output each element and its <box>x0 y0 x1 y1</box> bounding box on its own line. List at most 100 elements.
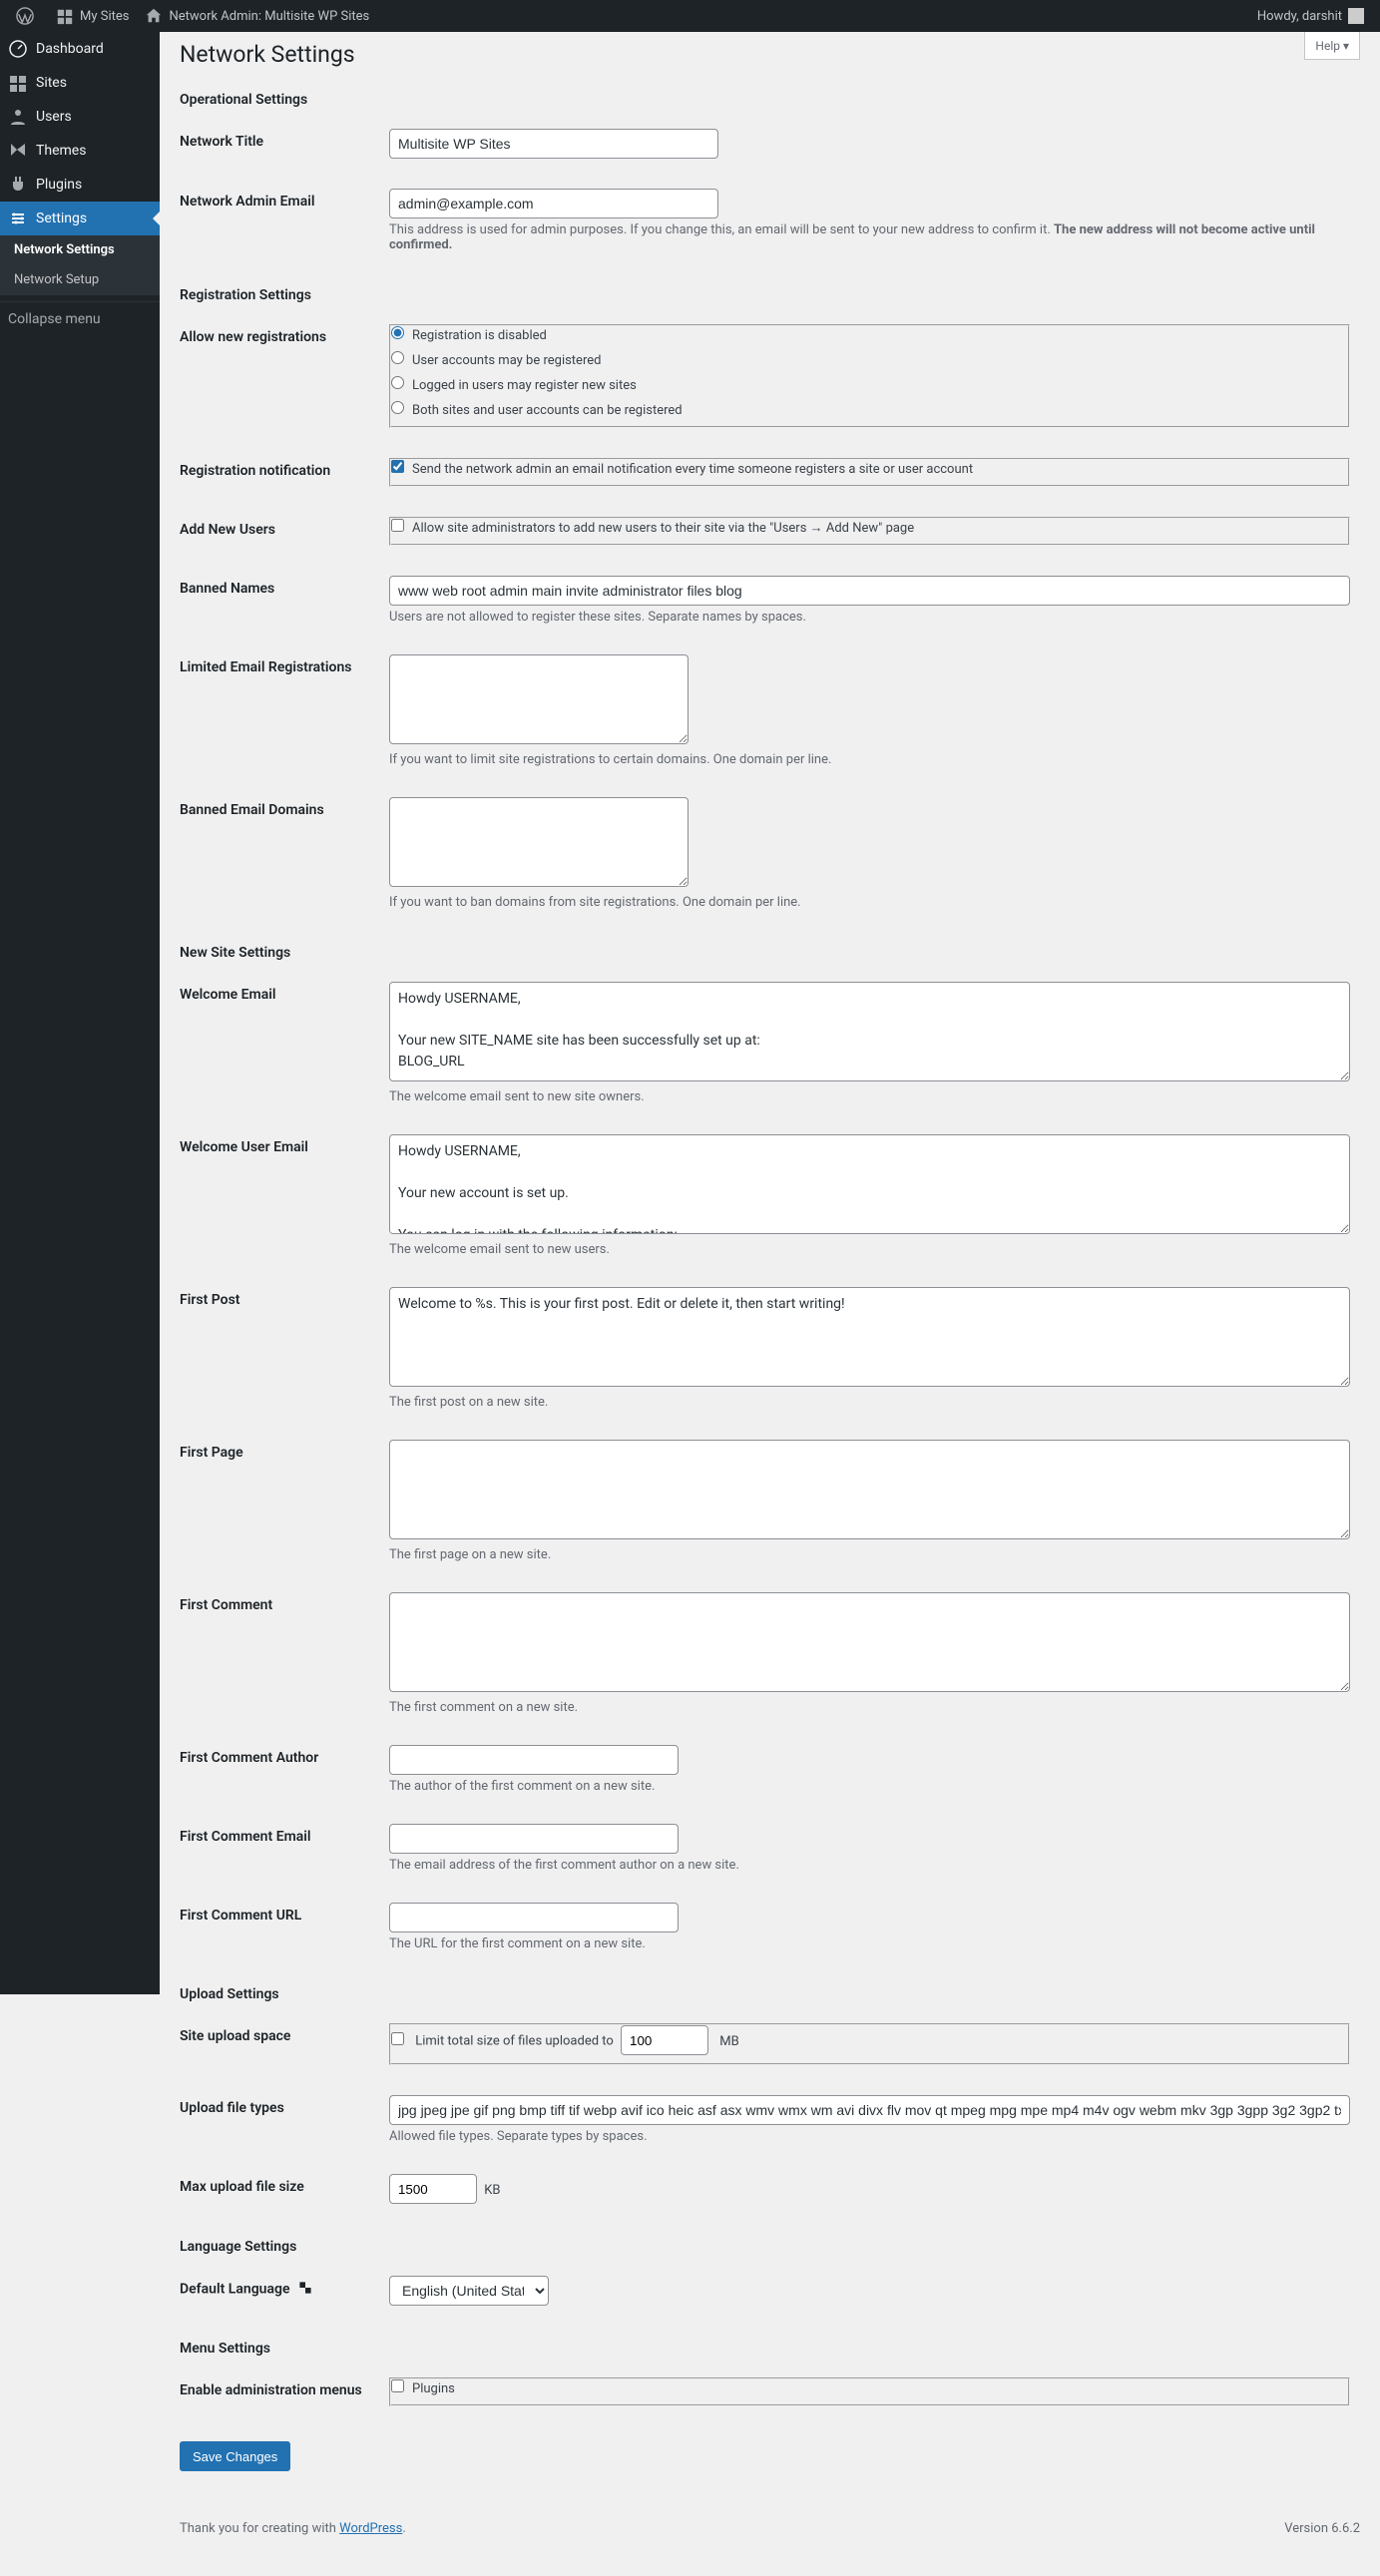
my-sites-label: My Sites <box>80 9 129 24</box>
help-tab[interactable]: Help ▾ <box>1304 32 1360 60</box>
reg-opt-2[interactable]: Logged in users may register new sites <box>391 376 1348 393</box>
banned-email-textarea[interactable] <box>389 797 689 887</box>
menu-sites[interactable]: Sites <box>0 66 160 100</box>
section-newsite-heading: New Site Settings <box>180 945 1360 961</box>
network-admin-email-label: Network Admin Email <box>180 174 379 267</box>
first-comment-email-desc: The email address of the first comment a… <box>389 1858 1350 1873</box>
menu-users-label: Users <box>36 109 72 125</box>
site-upload-space-unit: MB <box>719 2034 738 2049</box>
limited-email-textarea[interactable] <box>389 654 689 744</box>
site-upload-space-opt[interactable]: Limit total size of files uploaded to MB <box>391 2025 1348 2055</box>
settings-icon <box>8 209 28 228</box>
registration-notification-label: Registration notification <box>180 443 379 502</box>
registration-notification-checkbox[interactable] <box>391 460 404 473</box>
account-item[interactable]: Howdy, darshit <box>1249 0 1372 32</box>
footer-wordpress-link[interactable]: WordPress <box>339 2521 402 2536</box>
menu-plugins-label: Plugins <box>36 177 82 193</box>
first-comment-url-desc: The URL for the first comment on a new s… <box>389 1936 1350 1951</box>
submenu-network-settings[interactable]: Network Settings <box>0 235 160 265</box>
section-operational-heading: Operational Settings <box>180 92 1360 108</box>
menu-plugins[interactable]: Plugins <box>0 168 160 202</box>
reg-radio-2[interactable] <box>391 376 404 389</box>
menu-users[interactable]: Users <box>0 100 160 134</box>
menu-settings[interactable]: Settings <box>0 202 160 235</box>
add-new-users-opt[interactable]: Allow site administrators to add new use… <box>391 519 1348 536</box>
first-comment-author-input[interactable] <box>389 1745 679 1775</box>
sites-menu-icon <box>8 73 28 93</box>
banned-email-label: Banned Email Domains <box>180 782 379 925</box>
add-new-users-checkbox[interactable] <box>391 519 404 532</box>
settings-submenu: Network Settings Network Setup <box>0 235 160 295</box>
content-area: Help ▾ Network Settings Operational Sett… <box>160 0 1380 2576</box>
network-title-label: Network Title <box>180 114 379 174</box>
allow-registrations-fieldset: Registration is disabled User accounts m… <box>389 324 1350 428</box>
section-menu-heading: Menu Settings <box>180 2341 1360 2357</box>
menu-dashboard[interactable]: Dashboard <box>0 32 160 66</box>
wp-logo-item[interactable] <box>8 0 48 32</box>
reg-opt-3[interactable]: Both sites and user accounts can be regi… <box>391 401 1348 418</box>
menu-themes-label: Themes <box>36 143 86 159</box>
first-post-textarea[interactable]: Welcome to %s. This is your first post. … <box>389 1287 1350 1387</box>
banned-email-desc: If you want to ban domains from site reg… <box>389 895 1350 910</box>
wordpress-logo-icon <box>16 7 34 25</box>
enable-plugins-menu-checkbox[interactable] <box>391 2379 404 2392</box>
network-title-input[interactable] <box>389 129 718 159</box>
upload-filetypes-desc: Allowed file types. Separate types by sp… <box>389 2129 1350 2144</box>
default-language-select[interactable]: English (United States) <box>389 2276 549 2306</box>
site-upload-space-label: Site upload space <box>180 2008 379 2080</box>
section-registration-heading: Registration Settings <box>180 287 1360 303</box>
footer-version: Version 6.6.2 <box>1284 2521 1360 2536</box>
max-upload-size-input[interactable] <box>389 2174 477 2204</box>
upload-filetypes-input[interactable] <box>389 2095 1350 2125</box>
menu-settings-label: Settings <box>36 211 87 226</box>
my-sites-item[interactable]: My Sites <box>48 0 137 32</box>
site-upload-space-checkbox[interactable] <box>391 2032 404 2045</box>
registration-notification-opt[interactable]: Send the network admin an email notifica… <box>391 460 1348 477</box>
allow-registrations-label: Allow new registrations <box>180 309 379 443</box>
default-language-label: Default Language <box>180 2261 379 2321</box>
welcome-user-email-label: Welcome User Email <box>180 1119 379 1272</box>
welcome-email-textarea[interactable]: Howdy USERNAME, Your new SITE_NAME site … <box>389 982 1350 1081</box>
translate-icon <box>297 2281 313 2299</box>
menu-sites-label: Sites <box>36 75 67 91</box>
save-changes-button[interactable]: Save Changes <box>180 2441 290 2471</box>
network-admin-email-desc: This address is used for admin purposes.… <box>389 222 1350 252</box>
first-comment-url-input[interactable] <box>389 1903 679 1932</box>
home-icon <box>145 7 163 25</box>
enable-admin-menus-label: Enable administration menus <box>180 2362 379 2421</box>
first-post-label: First Post <box>180 1272 379 1425</box>
help-label: Help ▾ <box>1315 39 1349 53</box>
avatar-icon <box>1348 8 1364 24</box>
admin-bar: My Sites Network Admin: Multisite WP Sit… <box>0 0 1380 32</box>
limited-email-desc: If you want to limit site registrations … <box>389 752 1350 767</box>
reg-radio-3[interactable] <box>391 401 404 414</box>
first-comment-email-input[interactable] <box>389 1824 679 1854</box>
howdy-label: Howdy, darshit <box>1257 9 1342 24</box>
network-admin-email-input[interactable] <box>389 189 718 218</box>
network-admin-item[interactable]: Network Admin: Multisite WP Sites <box>137 0 377 32</box>
welcome-user-email-desc: The welcome email sent to new users. <box>389 1242 1350 1257</box>
first-comment-email-label: First Comment Email <box>180 1809 379 1888</box>
menu-themes[interactable]: Themes <box>0 134 160 168</box>
section-upload-heading: Upload Settings <box>180 1986 1360 2002</box>
submenu-network-setup[interactable]: Network Setup <box>0 265 160 295</box>
limited-email-label: Limited Email Registrations <box>180 640 379 782</box>
first-page-textarea[interactable] <box>389 1440 1350 1539</box>
reg-radio-1[interactable] <box>391 351 404 364</box>
first-comment-label: First Comment <box>180 1577 379 1730</box>
menu-dashboard-label: Dashboard <box>36 41 104 57</box>
reg-radio-0[interactable] <box>391 326 404 339</box>
welcome-user-email-textarea[interactable]: Howdy USERNAME, Your new account is set … <box>389 1134 1350 1234</box>
collapse-menu[interactable]: Collapse menu <box>0 301 160 335</box>
sites-icon <box>56 7 74 25</box>
first-comment-textarea[interactable] <box>389 1592 1350 1692</box>
first-comment-author-desc: The author of the first comment on a new… <box>389 1779 1350 1794</box>
reg-opt-0[interactable]: Registration is disabled <box>391 326 1348 343</box>
banned-names-desc: Users are not allowed to register these … <box>389 610 1350 625</box>
banned-names-input[interactable] <box>389 576 1350 606</box>
site-upload-space-input[interactable] <box>621 2025 708 2055</box>
enable-plugins-menu-opt[interactable]: Plugins <box>391 2379 1348 2396</box>
welcome-email-desc: The welcome email sent to new site owner… <box>389 1089 1350 1104</box>
reg-opt-1[interactable]: User accounts may be registered <box>391 351 1348 368</box>
page-title: Network Settings <box>180 32 1360 72</box>
